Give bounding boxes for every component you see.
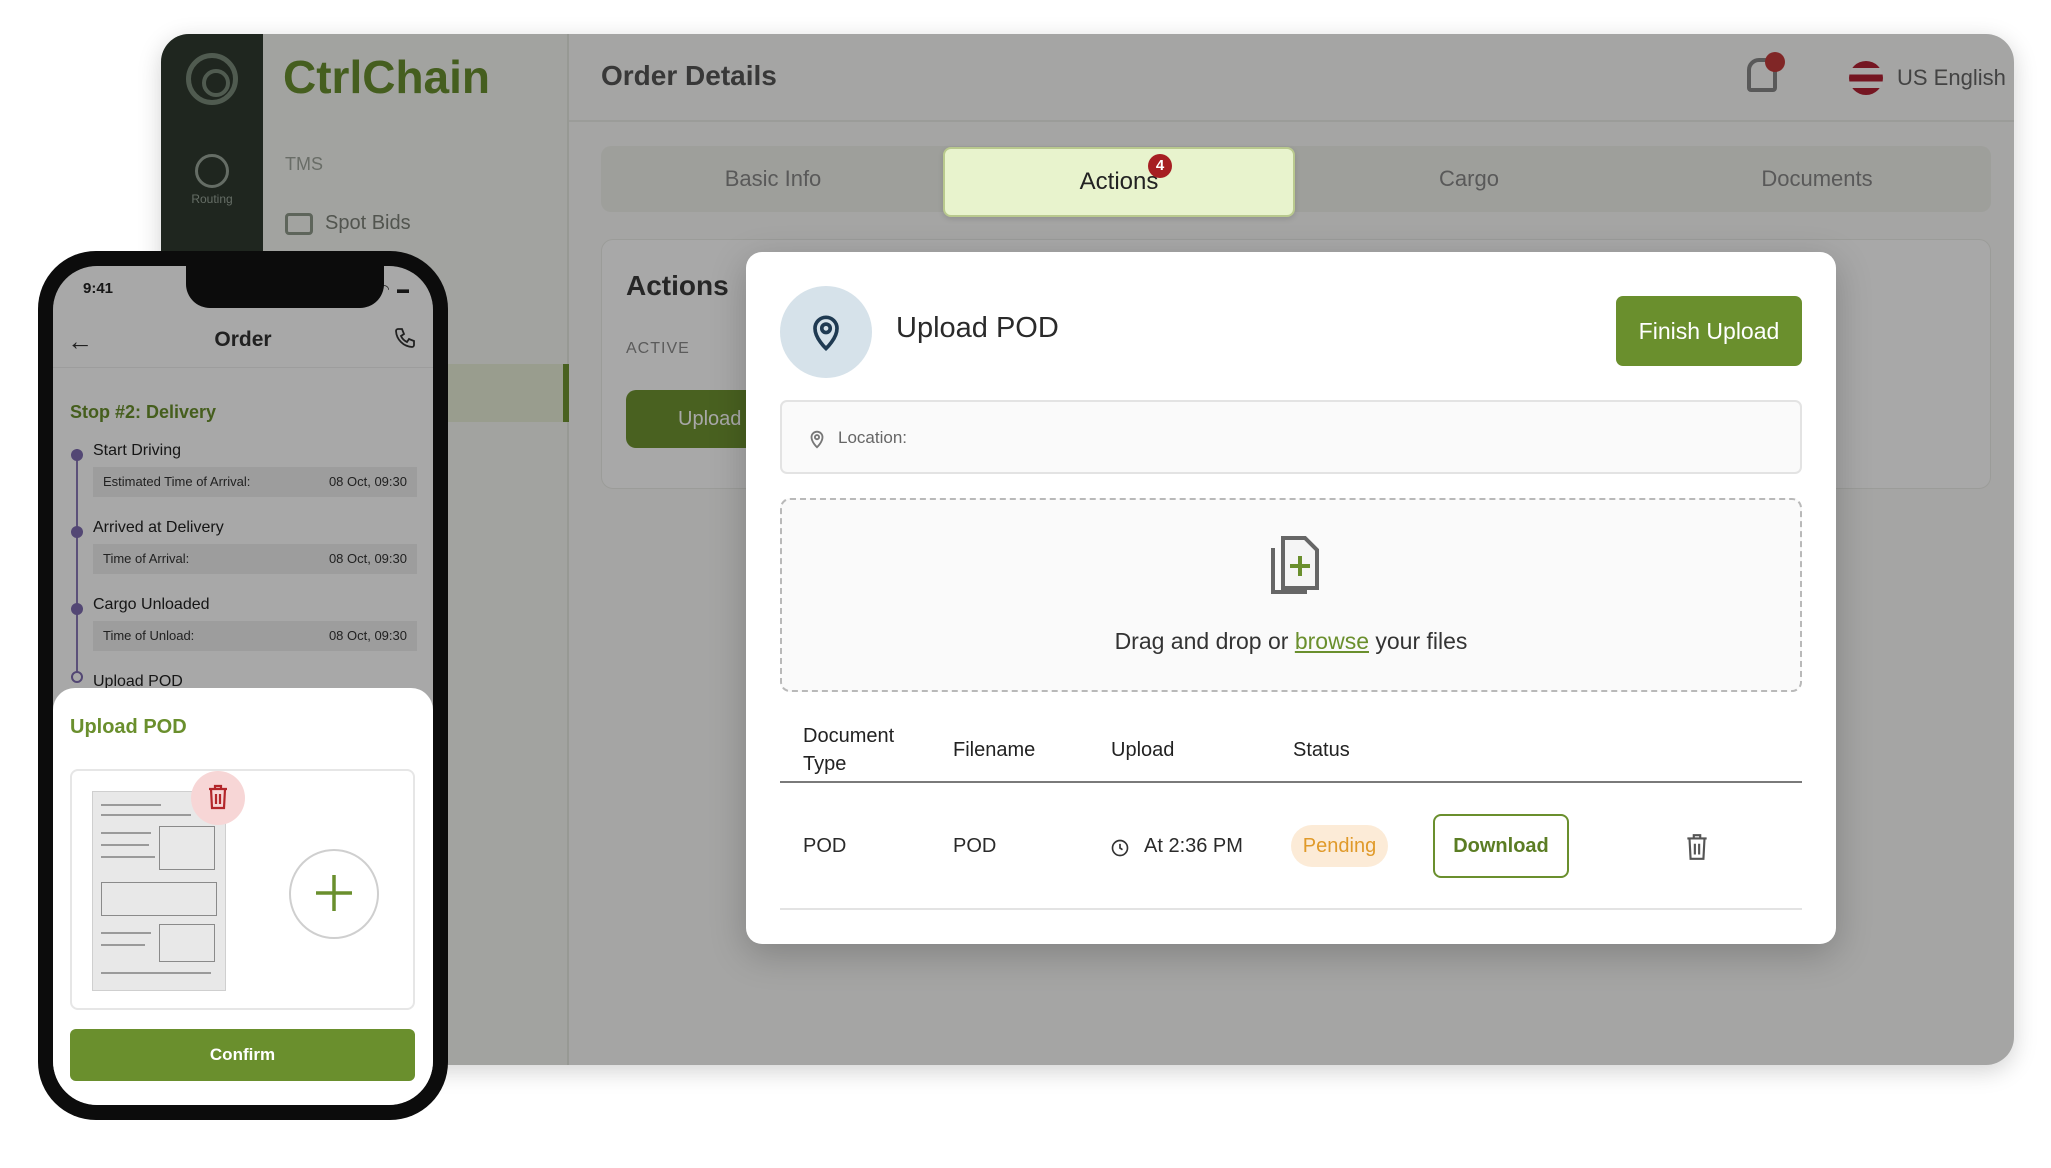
- delete-photo-button[interactable]: [191, 771, 245, 825]
- trash-icon: [1687, 834, 1707, 860]
- add-file-icon: [1271, 536, 1319, 594]
- cell-document-type: POD: [803, 835, 847, 857]
- cell-upload-time: At 2:36 PM: [1144, 835, 1243, 857]
- location-pin-icon: [780, 286, 872, 378]
- browse-link[interactable]: browse: [1295, 628, 1369, 654]
- dropzone-prefix: Drag and drop or: [1114, 628, 1289, 654]
- finish-upload-button[interactable]: Finish Upload: [1616, 296, 1802, 366]
- column-header-document-type: Document Type: [803, 725, 895, 775]
- phone-notch: [186, 266, 384, 308]
- phone-screen: 9:41 ▂▄▆ ◠ ▬ ← Order Stop #2: Delivery S…: [53, 266, 433, 1105]
- add-photo-button[interactable]: [289, 849, 379, 939]
- plus-icon: [316, 874, 352, 911]
- location-icon: [810, 430, 824, 449]
- actions-count-badge: 4: [1148, 154, 1172, 178]
- cell-filename: POD: [953, 835, 997, 857]
- table-row-divider: [780, 908, 1802, 910]
- confirm-button[interactable]: Confirm: [70, 1029, 415, 1081]
- table-header-divider: [780, 781, 1802, 783]
- file-dropzone[interactable]: Drag and drop or browse your files: [780, 498, 1802, 692]
- modal-title: Upload POD: [896, 312, 1059, 344]
- download-button[interactable]: Download: [1433, 814, 1569, 878]
- location-label: Location:: [838, 428, 907, 447]
- clock-icon: [1111, 839, 1129, 857]
- status-badge: Pending: [1291, 825, 1388, 867]
- delete-document-button[interactable]: [1682, 832, 1712, 864]
- phone-frame: 9:41 ▂▄▆ ◠ ▬ ← Order Stop #2: Delivery S…: [38, 251, 448, 1120]
- column-header-filename: Filename: [953, 739, 1036, 761]
- trash-icon: [209, 784, 227, 809]
- upload-pod-modal: Upload POD Finish Upload Location: Drag …: [746, 252, 1836, 944]
- upload-pod-sheet: Upload POD Confirm: [53, 688, 433, 1105]
- sheet-title: Upload POD: [70, 716, 187, 738]
- dropzone-text: Drag and drop or browse your files: [782, 628, 1800, 655]
- photo-card: [70, 769, 415, 1010]
- column-header-status: Status: [1293, 739, 1350, 761]
- dropzone-suffix: your files: [1375, 628, 1468, 654]
- tab-actions[interactable]: Actions: [943, 147, 1295, 217]
- location-field[interactable]: Location:: [780, 400, 1802, 474]
- column-header-upload: Upload: [1111, 739, 1175, 761]
